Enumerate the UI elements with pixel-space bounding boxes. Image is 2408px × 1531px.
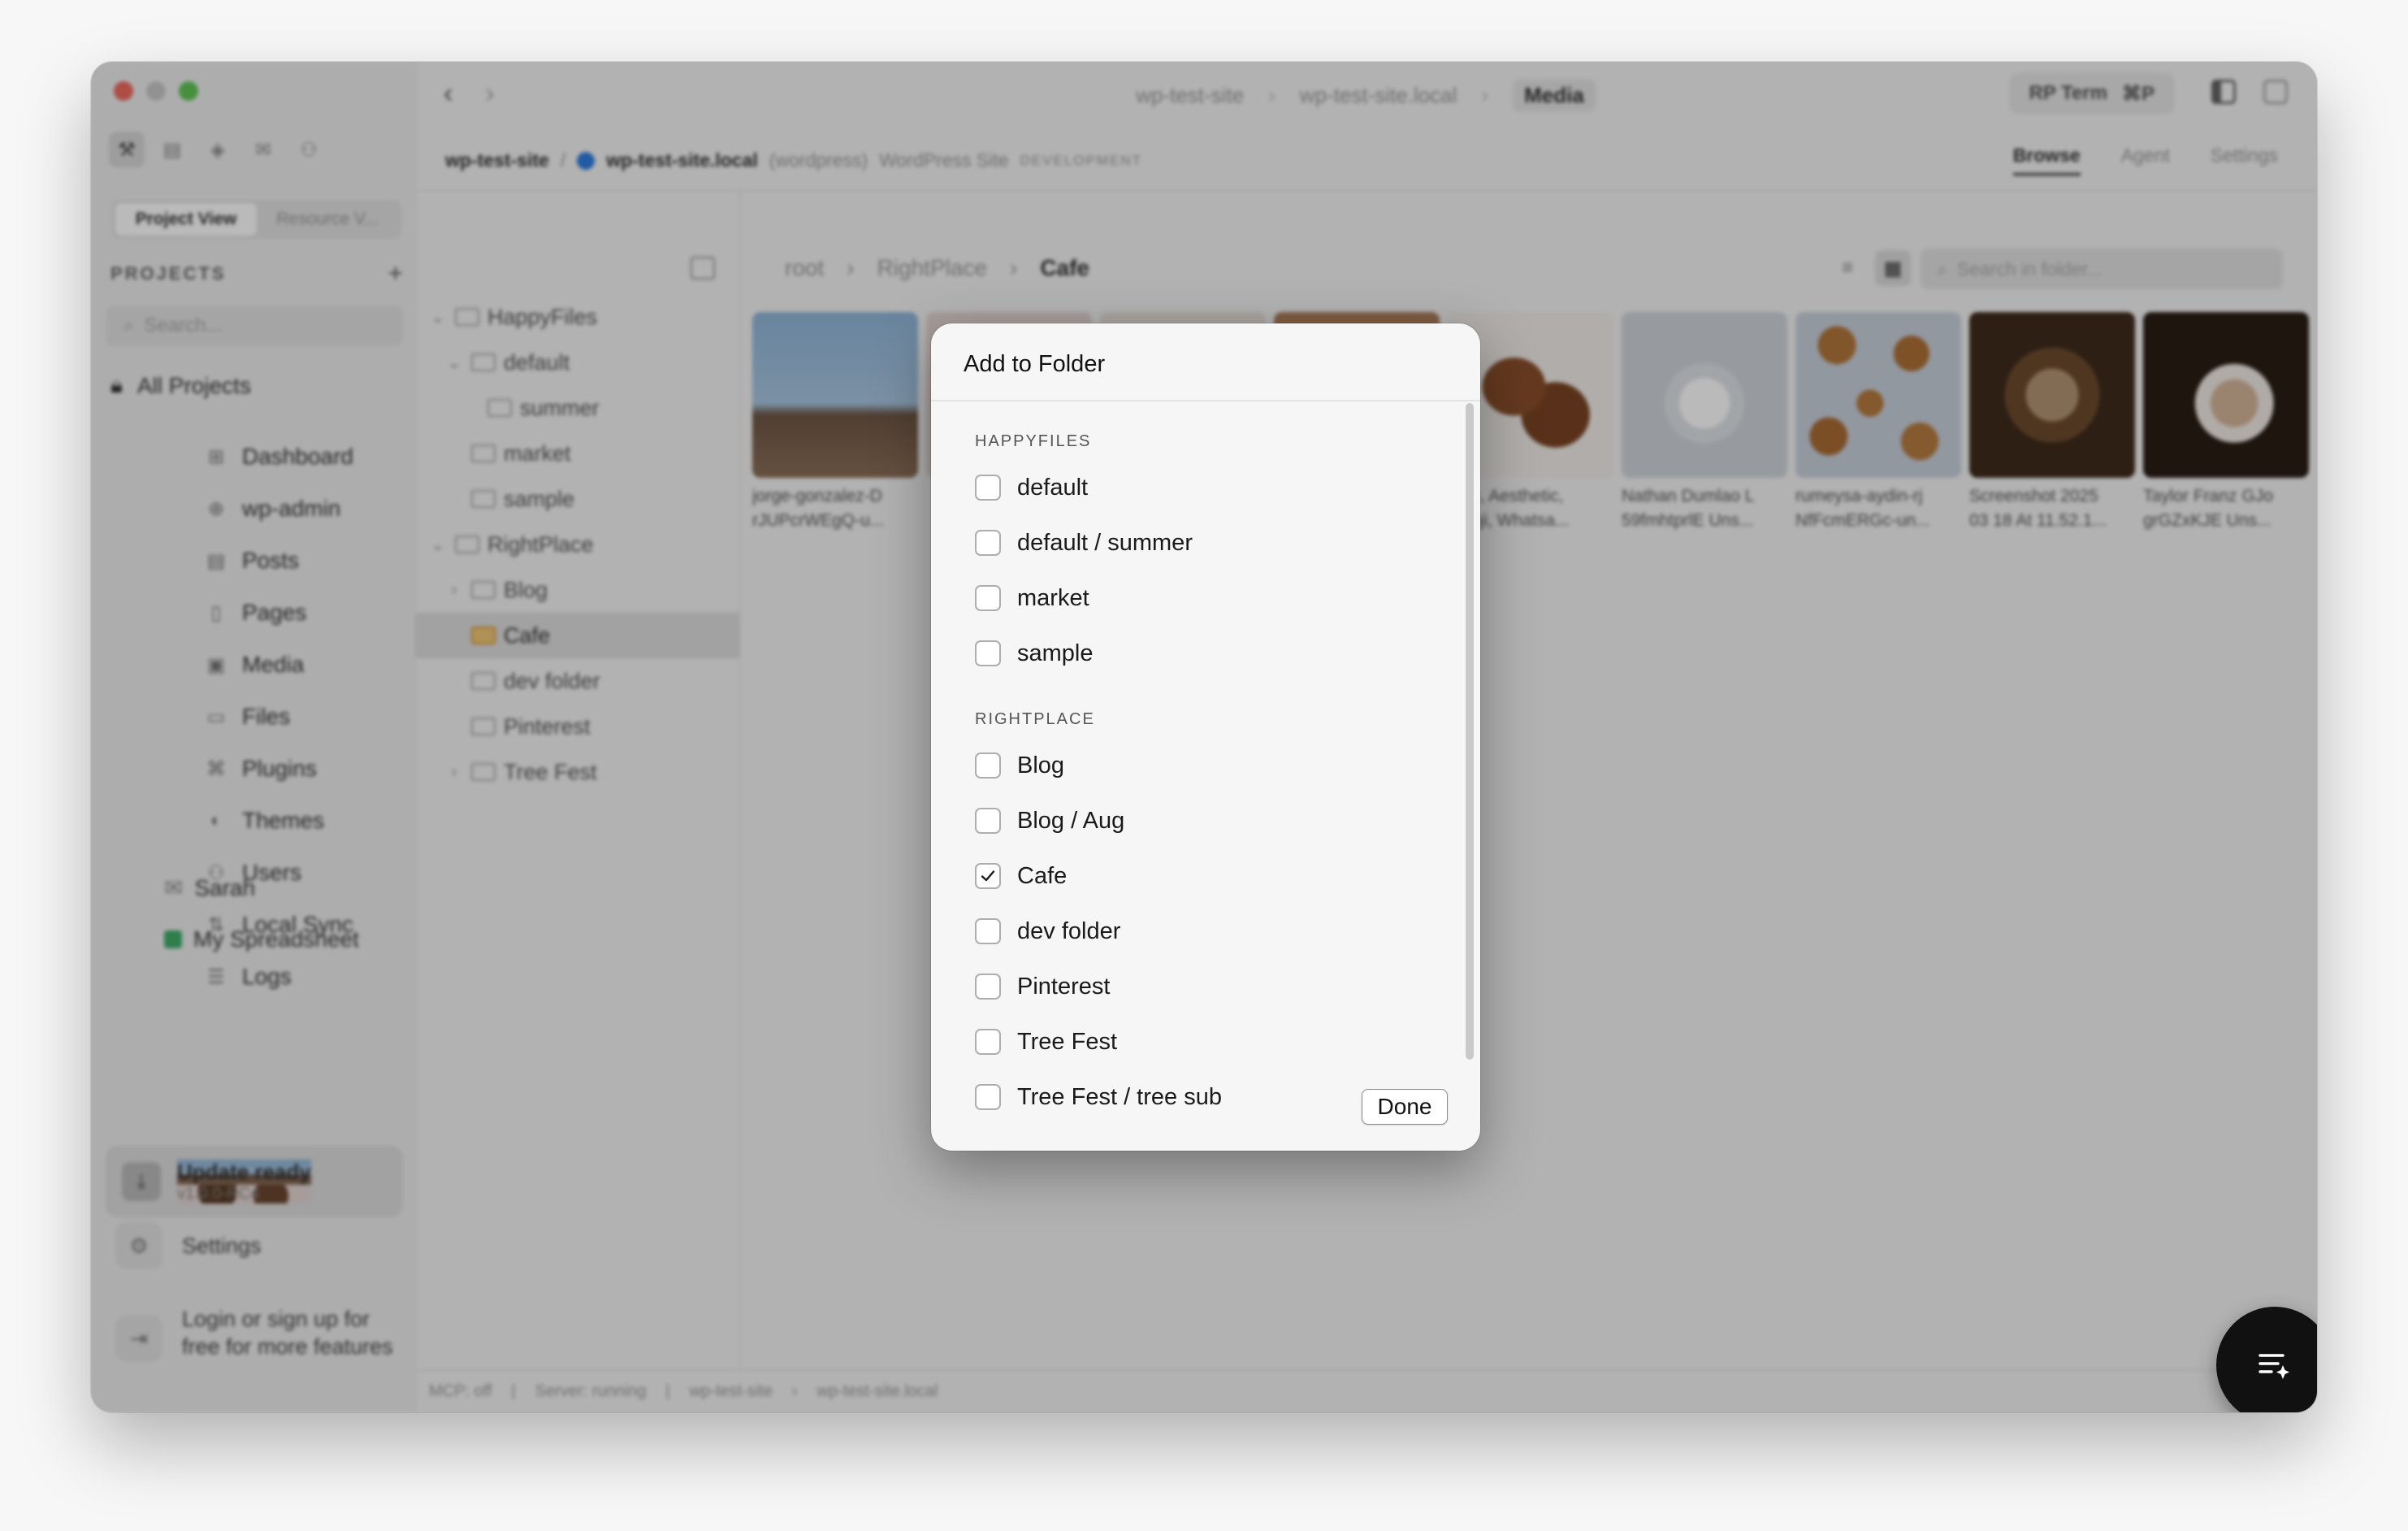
- folder-option-market[interactable]: market: [975, 572, 1089, 624]
- folder-option-label: default / summer: [1017, 529, 1193, 556]
- folder-option-blog[interactable]: Blog: [975, 739, 1064, 792]
- group-heading-rightplace: RIGHTPLACE: [975, 710, 1095, 728]
- checkbox[interactable]: [975, 640, 1001, 666]
- folder-option-cafe[interactable]: Cafe: [975, 850, 1067, 902]
- checkbox[interactable]: [975, 585, 1001, 611]
- checkbox[interactable]: [975, 918, 1001, 944]
- checkbox[interactable]: [975, 808, 1001, 834]
- folder-option-label: Tree Fest: [1017, 1028, 1118, 1055]
- folder-option-label: Cafe: [1017, 862, 1068, 889]
- folder-option-label: market: [1017, 584, 1089, 611]
- checkbox[interactable]: [975, 530, 1001, 556]
- group-heading-happyfiles: HAPPYFILES: [975, 432, 1092, 450]
- checkbox-checked[interactable]: [975, 863, 1001, 889]
- folder-option-label: Pinterest: [1017, 973, 1111, 1000]
- add-to-folder-dialog: Add to Folder HAPPYFILES default default /…: [931, 323, 1480, 1151]
- folder-option-dev-folder[interactable]: dev folder: [975, 905, 1120, 957]
- folder-option-blog-aug[interactable]: Blog / Aug: [975, 795, 1124, 847]
- checkbox[interactable]: [975, 1084, 1001, 1110]
- checkbox[interactable]: [975, 974, 1001, 1000]
- folder-option-label: sample: [1017, 640, 1094, 666]
- folder-option-label: default: [1017, 474, 1089, 501]
- folder-option-label: dev folder: [1017, 917, 1121, 944]
- checkbox[interactable]: [975, 475, 1001, 501]
- folder-option-default[interactable]: default: [975, 462, 1088, 514]
- checkbox[interactable]: [975, 752, 1001, 779]
- checkmark-icon: [981, 870, 995, 882]
- dialog-divider: [931, 400, 1480, 401]
- dialog-scrollbar[interactable]: [1466, 403, 1474, 1060]
- folder-option-tree-fest-tree-sub[interactable]: Tree Fest / tree sub: [975, 1071, 1222, 1123]
- folder-option-label: Blog: [1017, 752, 1065, 779]
- folder-option-sample[interactable]: sample: [975, 627, 1094, 679]
- dialog-title: Add to Folder: [964, 351, 1106, 377]
- folder-option-tree-fest[interactable]: Tree Fest: [975, 1016, 1117, 1068]
- folder-option-label: Blog / Aug: [1017, 807, 1125, 834]
- done-button[interactable]: Done: [1362, 1089, 1448, 1125]
- folder-option-default-summer[interactable]: default / summer: [975, 517, 1193, 569]
- folder-option-label: Tree Fest / tree sub: [1017, 1083, 1222, 1110]
- folder-option-pinterest[interactable]: Pinterest: [975, 961, 1110, 1013]
- sparkle-list-icon: [2259, 1354, 2289, 1379]
- checkbox[interactable]: [975, 1029, 1001, 1055]
